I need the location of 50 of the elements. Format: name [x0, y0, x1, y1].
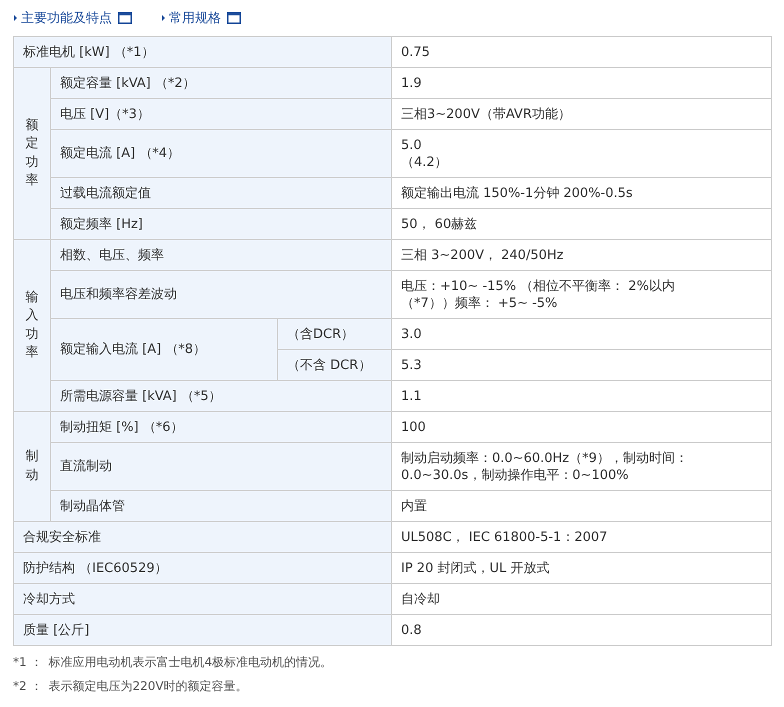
spec-value: IP 20 封闭式，UL 开放式	[392, 552, 772, 584]
spec-label: 额定输入电流 [A] （*8）	[50, 318, 278, 380]
section-link[interactable]: 常用规格	[169, 9, 241, 27]
spec-value: 5.0 （4.2）	[392, 130, 772, 178]
spec-value: 1.1	[392, 380, 772, 412]
spec-label: 相数、电压、频率	[50, 240, 392, 270]
spec-value: 电压：+10~ -15% （相位不平衡率： 2%以内 （*7））频率： +5~ -5%	[392, 270, 772, 318]
group-label: 额定功率	[14, 68, 50, 240]
section-link[interactable]: 主要功能及特点	[21, 9, 132, 27]
window-icon	[227, 12, 241, 24]
footnote-mark: *1 ：	[13, 654, 42, 670]
spec-label: 制动晶体管	[50, 490, 392, 522]
spec-value: UL508C， IEC 61800-5-1：2007	[392, 522, 772, 552]
spec-label: 电压和频率容差波动	[50, 270, 392, 318]
spec-value: 内置	[392, 490, 772, 522]
spec-value: 50， 60赫兹	[392, 208, 772, 240]
spec-label: 额定容量 [kVA] （*2）	[50, 68, 392, 98]
spec-label: 冷却方式	[14, 584, 392, 614]
spec-label: 防护结构 （IEC60529）	[14, 552, 392, 584]
bullet-icon	[162, 15, 165, 21]
footnote-text: 标准应用电动机表示富士电机4极标准电动机的情况。	[48, 654, 332, 670]
spec-value: 三相3~200V（带AVR功能）	[392, 98, 772, 130]
footnote-mark: *2 ：	[13, 678, 42, 694]
spec-label: 电压 [V]（*3）	[50, 98, 392, 130]
spec-value: 制动启动频率：0.0~60.0Hz（*9），制动时间： 0.0~30.0s，制动操作电平：0~100%	[392, 442, 772, 490]
group-label: 输入功率	[14, 240, 50, 412]
spec-label: 所需电源容量 [kVA] （*5）	[50, 380, 392, 412]
spec-value: 100	[392, 412, 772, 442]
spec-value: 0.75	[392, 36, 772, 68]
footnote-text: 表示额定电压为220V时的额定容量。	[48, 678, 248, 694]
spec-label: 制动扭矩 [%] （*6）	[50, 412, 392, 442]
spec-value: 额定输出电流 150%-1分钟 200%-0.5s	[392, 178, 772, 208]
spec-value: 自冷却	[392, 584, 772, 614]
spec-value: 0.8	[392, 614, 772, 646]
spec-label: 额定电流 [A] （*4）	[50, 130, 392, 178]
window-icon	[118, 12, 132, 24]
spec-value: 5.3	[392, 350, 772, 380]
spec-value: 三相 3~200V， 240/50Hz	[392, 240, 772, 270]
spec-label: 合规安全标准	[14, 522, 392, 552]
spec-label: 直流制动	[50, 442, 392, 490]
spec-label: 质量 [公斤]	[14, 614, 392, 646]
condition-label: （不含 DCR）	[278, 350, 392, 380]
spec-value: 1.9	[392, 68, 772, 98]
group-label: 制动	[14, 412, 50, 522]
bullet-icon	[14, 15, 17, 21]
spec-label: 额定频率 [Hz]	[50, 208, 392, 240]
spec-value: 3.0	[392, 318, 772, 350]
condition-label: （含DCR）	[278, 318, 392, 350]
spec-label: 标准电机 [kW] （*1）	[14, 36, 392, 68]
spec-label: 过载电流额定值	[50, 178, 392, 208]
